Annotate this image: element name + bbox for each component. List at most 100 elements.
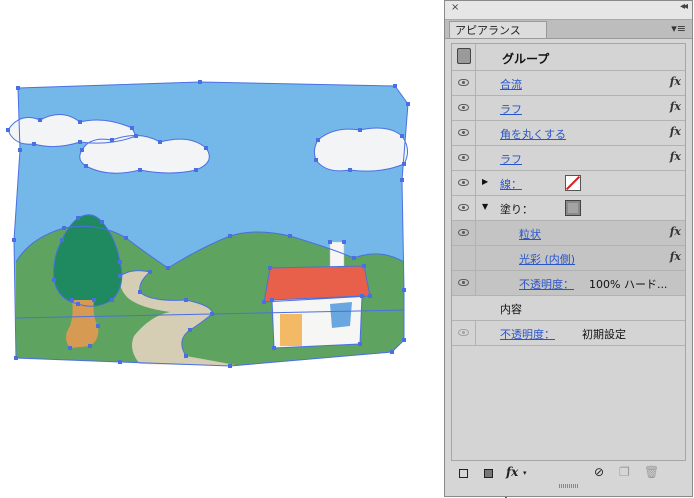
anchor-point[interactable] (358, 342, 362, 346)
anchor-point[interactable] (16, 86, 20, 90)
opacity-link[interactable]: 不透明度： (500, 326, 555, 342)
fill-opacity-row[interactable]: 不透明度： 100% ハード... (452, 271, 685, 296)
anchor-point[interactable] (360, 294, 364, 298)
anchor-point[interactable] (88, 344, 92, 348)
effect-link[interactable]: 角を丸くする (500, 126, 566, 142)
visibility-toggle[interactable] (452, 146, 476, 170)
fx-icon[interactable]: fx (670, 125, 681, 138)
anchor-point[interactable] (76, 216, 80, 220)
anchor-point[interactable] (314, 158, 318, 162)
new-fill-icon[interactable] (484, 469, 493, 478)
effect-link[interactable]: 合流 (500, 76, 522, 92)
anchor-point[interactable] (76, 302, 80, 306)
cloud-right[interactable] (314, 128, 408, 172)
house-window[interactable] (330, 302, 352, 328)
anchor-point[interactable] (6, 128, 10, 132)
anchor-point[interactable] (406, 102, 410, 106)
anchor-point[interactable] (92, 298, 96, 302)
visibility-toggle[interactable] (452, 246, 476, 270)
landscape-artwork[interactable] (0, 0, 444, 498)
anchor-point[interactable] (316, 138, 320, 142)
anchor-point[interactable] (148, 270, 152, 274)
anchor-point[interactable] (390, 350, 394, 354)
anchor-point[interactable] (393, 84, 397, 88)
anchor-point[interactable] (270, 298, 274, 302)
fx-icon[interactable]: fx (670, 75, 681, 88)
resize-grip[interactable] (559, 484, 579, 488)
anchor-point[interactable] (166, 266, 170, 270)
anchor-point[interactable] (14, 356, 18, 360)
add-effect-fx-icon[interactable]: fx (506, 465, 518, 479)
collapse-triangle-icon[interactable]: ▼ (482, 202, 488, 211)
anchor-point[interactable] (352, 256, 356, 260)
anchor-point[interactable] (68, 346, 72, 350)
visibility-toggle[interactable] (452, 71, 476, 95)
anchor-point[interactable] (62, 226, 66, 230)
panel-menu-icon[interactable]: ▾≡ (671, 22, 686, 35)
effect-row[interactable]: ラフ fx (452, 96, 685, 121)
visibility-toggle[interactable] (452, 196, 476, 220)
anchor-point[interactable] (138, 290, 142, 294)
effect-row[interactable]: 角を丸くする fx (452, 121, 685, 146)
fx-icon[interactable]: fx (670, 250, 681, 263)
anchor-point[interactable] (328, 240, 332, 244)
anchor-point[interactable] (130, 126, 134, 130)
fx-icon[interactable]: fx (670, 100, 681, 113)
fill-swatch[interactable] (565, 200, 581, 216)
anchor-point[interactable] (118, 260, 122, 264)
anchor-point[interactable] (342, 240, 346, 244)
anchor-point[interactable] (100, 220, 104, 224)
effect-row[interactable]: ラフ fx (452, 146, 685, 171)
chevron-down-icon[interactable]: ▾ (523, 469, 527, 477)
duplicate-icon[interactable]: ❐ (619, 465, 630, 479)
anchor-point[interactable] (228, 234, 232, 238)
anchor-point[interactable] (368, 294, 372, 298)
trash-icon[interactable]: 🗑 (644, 465, 659, 479)
anchor-point[interactable] (78, 140, 82, 144)
fill-effect-row[interactable]: 光彩 (内側) fx (452, 246, 685, 271)
stroke-swatch[interactable] (565, 175, 581, 191)
anchor-point[interactable] (118, 274, 122, 278)
anchor-point[interactable] (362, 264, 366, 268)
fx-icon[interactable]: fx (670, 225, 681, 238)
visibility-toggle[interactable] (452, 171, 476, 195)
collapse-icon[interactable]: ◂◂ (680, 1, 688, 12)
new-stroke-icon[interactable] (459, 469, 468, 478)
anchor-point[interactable] (96, 324, 100, 328)
anchor-point[interactable] (78, 120, 82, 124)
anchor-point[interactable] (268, 266, 272, 270)
anchor-point[interactable] (288, 234, 292, 238)
visibility-toggle[interactable] (452, 96, 476, 120)
anchor-point[interactable] (158, 140, 162, 144)
effect-link[interactable]: ラフ (500, 101, 522, 117)
anchor-point[interactable] (402, 162, 406, 166)
expand-triangle-icon[interactable]: ▶ (482, 177, 488, 186)
anchor-point[interactable] (12, 238, 16, 242)
anchor-point[interactable] (400, 178, 404, 182)
anchor-point[interactable] (80, 148, 84, 152)
close-icon[interactable]: × (451, 2, 459, 13)
anchor-point[interactable] (262, 300, 266, 304)
effect-row[interactable]: 合流 fx (452, 71, 685, 96)
effect-link[interactable]: 粒状 (519, 226, 541, 242)
anchor-point[interactable] (70, 298, 74, 302)
visibility-toggle[interactable] (452, 271, 476, 295)
anchor-point[interactable] (184, 354, 188, 358)
anchor-point[interactable] (138, 168, 142, 172)
anchor-point[interactable] (402, 338, 406, 342)
anchor-point[interactable] (358, 128, 362, 132)
anchor-point[interactable] (52, 278, 56, 282)
anchor-point[interactable] (210, 312, 214, 316)
visibility-toggle[interactable] (452, 121, 476, 145)
anchor-point[interactable] (110, 138, 114, 142)
anchor-point[interactable] (272, 346, 276, 350)
anchor-point[interactable] (134, 134, 138, 138)
anchor-point[interactable] (118, 360, 122, 364)
anchor-point[interactable] (84, 164, 88, 168)
group-opacity-row[interactable]: 不透明度： 初期設定 (452, 321, 685, 346)
fill-effect-row[interactable]: 粒状 fx (452, 221, 685, 246)
anchor-point[interactable] (184, 298, 188, 302)
anchor-point[interactable] (18, 148, 22, 152)
opacity-link[interactable]: 不透明度： (519, 276, 574, 292)
effect-link[interactable]: ラフ (500, 151, 522, 167)
